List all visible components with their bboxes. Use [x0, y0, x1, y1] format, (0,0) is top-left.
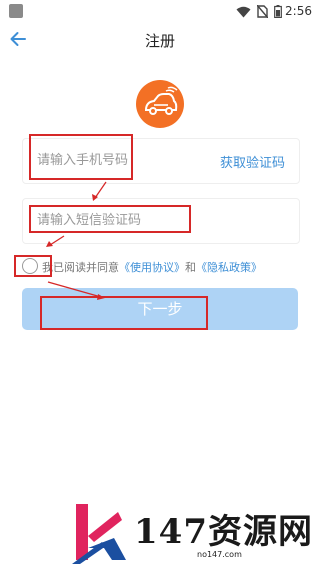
wifi-icon	[236, 6, 251, 17]
watermark-logo-icon	[72, 504, 126, 564]
annotation-box-next	[40, 296, 208, 330]
get-code-button[interactable]: 获取验证码	[220, 152, 285, 171]
status-time: 2:56	[285, 4, 312, 18]
annotation-box-radio	[14, 255, 52, 277]
battery-icon	[274, 5, 282, 18]
privacy-link[interactable]: 《隐私政策》	[196, 261, 262, 274]
car-logo-icon	[144, 86, 178, 115]
top-bar: 注册	[0, 24, 320, 56]
page-title: 注册	[144, 32, 175, 50]
arrow-1	[94, 181, 107, 199]
watermark-brand: 147资源网	[134, 512, 313, 552]
app-notification-icon	[9, 4, 23, 18]
annotation-box-code	[29, 205, 191, 233]
app-logo	[136, 80, 184, 128]
agreement-text: 我已阅读并同意《使用协议》和《隐私政策》	[42, 259, 262, 275]
terms-link[interactable]: 《使用协议》	[119, 261, 185, 274]
status-bar: 2:56	[0, 0, 320, 24]
watermark: 147资源网 no147.com	[72, 502, 312, 564]
annotation-box-phone	[29, 134, 133, 180]
no-sim-icon	[257, 5, 268, 18]
watermark-url: no147.com	[197, 550, 242, 559]
agreement-and: 和	[185, 261, 196, 274]
status-icons	[236, 5, 282, 18]
agreement-row: 我已阅读并同意《使用协议》和《隐私政策》	[18, 256, 308, 276]
agreement-label: 我已阅读并同意	[42, 261, 119, 274]
